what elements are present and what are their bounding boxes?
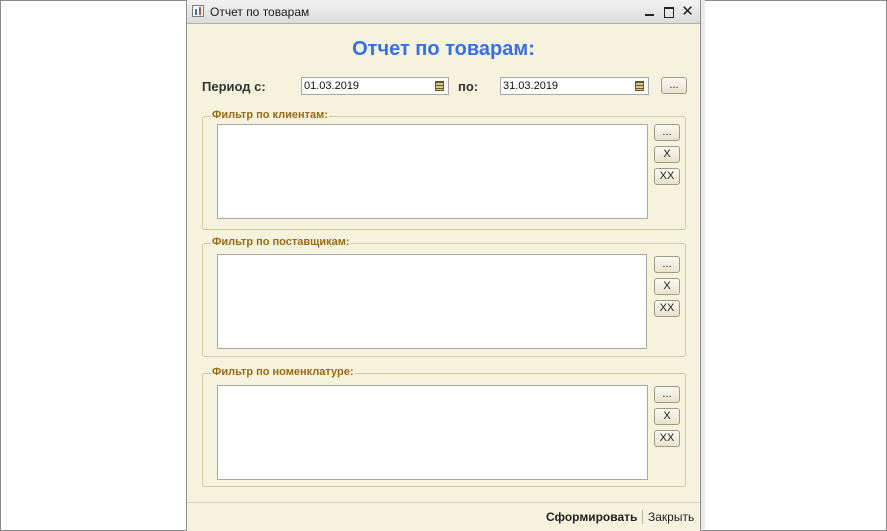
generate-button[interactable]: Сформировать (546, 510, 637, 524)
clients-filter-group: Фильтр по клиентам: ... X XX (202, 109, 686, 230)
period-to-input[interactable] (503, 78, 623, 94)
window-title: Отчет по товарам (210, 5, 310, 19)
suppliers-filter-title: Фильтр по поставщикам: (211, 236, 351, 248)
period-from-field[interactable] (301, 77, 449, 95)
nomenclature-clear-button[interactable]: XX (654, 430, 680, 447)
footer-divider (187, 502, 700, 503)
period-select-button[interactable]: ... (661, 77, 687, 94)
clients-select-button[interactable]: ... (654, 124, 680, 141)
nomenclature-remove-button[interactable]: X (654, 408, 680, 425)
maximize-icon[interactable] (660, 3, 677, 20)
period-to-label: по: (458, 79, 479, 94)
period-to-field[interactable] (500, 77, 649, 95)
minimize-icon[interactable] (641, 3, 658, 20)
period-from-label: Период с: (202, 79, 266, 94)
calendar-icon[interactable] (433, 79, 447, 93)
clients-filter-title: Фильтр по клиентам: (211, 109, 329, 121)
suppliers-clear-button[interactable]: XX (654, 300, 680, 317)
suppliers-filter-group: Фильтр по поставщикам: ... X XX (202, 236, 686, 357)
clients-clear-button[interactable]: XX (654, 168, 680, 185)
calendar-icon[interactable] (633, 79, 647, 93)
suppliers-filter-list[interactable] (217, 254, 647, 349)
report-heading: Отчет по товарам: (352, 38, 535, 60)
report-app-icon (192, 5, 204, 17)
nomenclature-filter-title: Фильтр по номенклатуре: (211, 366, 355, 378)
suppliers-remove-button[interactable]: X (654, 278, 680, 295)
close-button[interactable]: Закрыть (648, 510, 694, 524)
report-window: Отчет по товарам ✕ Отчет по товарам: Пер… (186, 0, 701, 531)
suppliers-select-button[interactable]: ... (654, 256, 680, 273)
close-icon[interactable]: ✕ (679, 3, 696, 20)
clients-filter-list[interactable] (217, 124, 648, 219)
footer-separator (642, 510, 643, 524)
nomenclature-filter-group: Фильтр по номенклатуре: ... X XX (202, 366, 686, 487)
period-from-input[interactable] (304, 78, 424, 94)
nomenclature-filter-list[interactable] (217, 385, 648, 480)
nomenclature-select-button[interactable]: ... (654, 386, 680, 403)
title-bar[interactable]: Отчет по товарам ✕ (187, 0, 700, 24)
clients-remove-button[interactable]: X (654, 146, 680, 163)
